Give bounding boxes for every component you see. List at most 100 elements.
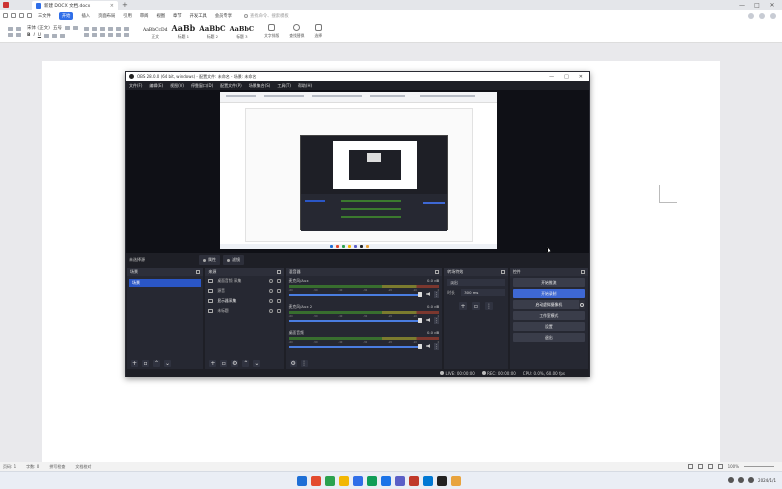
align-right-icon[interactable] bbox=[99, 32, 105, 37]
new-tab-button[interactable]: + bbox=[122, 1, 128, 9]
taskbar-app-icon[interactable] bbox=[395, 476, 405, 486]
obs-menu-view[interactable]: 视图(V) bbox=[170, 83, 184, 89]
volume-slider-handle[interactable] bbox=[418, 318, 423, 323]
visibility-icon[interactable] bbox=[268, 299, 273, 303]
obs-preview[interactable] bbox=[126, 90, 589, 253]
source-properties-button[interactable]: ⚙ bbox=[231, 360, 239, 367]
lock-icon[interactable] bbox=[276, 299, 281, 303]
doc-proofread[interactable]: 文档校对 bbox=[75, 464, 91, 470]
paste-icon[interactable] bbox=[8, 26, 13, 31]
move-up-button[interactable]: ⌃ bbox=[153, 360, 160, 367]
bold-icon[interactable]: B bbox=[27, 33, 30, 38]
document-tab[interactable]: 新建 DOCX 文档.docx × bbox=[32, 1, 118, 10]
taskbar-app-icon[interactable] bbox=[353, 476, 363, 486]
shading-icon[interactable] bbox=[123, 32, 129, 37]
obs-menu-help[interactable]: 帮助(H) bbox=[298, 83, 312, 89]
page-view-icon[interactable] bbox=[697, 464, 703, 469]
taskbar-app-icon[interactable] bbox=[367, 476, 377, 486]
zoom-level[interactable]: 100% bbox=[728, 464, 739, 469]
duration-input[interactable]: 300 ms bbox=[461, 289, 505, 296]
grow-font-icon[interactable] bbox=[64, 26, 70, 30]
font-color-icon[interactable] bbox=[60, 33, 66, 38]
minimize-button[interactable]: — bbox=[738, 1, 746, 9]
studio-mode-button[interactable]: 工作室模式 bbox=[512, 311, 585, 320]
source-list-item[interactable]: 显示器采集 bbox=[205, 296, 283, 306]
move-down-button[interactable]: ⌄ bbox=[164, 360, 171, 367]
obs-menu-file[interactable]: 文件(F) bbox=[129, 83, 142, 89]
speaker-icon[interactable] bbox=[426, 318, 431, 322]
obs-menu-scene-collection[interactable]: 场景集合(S) bbox=[249, 83, 271, 89]
volume-slider-handle[interactable] bbox=[418, 292, 423, 297]
taskbar-app-icon[interactable] bbox=[409, 476, 419, 486]
exit-button[interactable]: 退出 bbox=[512, 333, 585, 342]
style-heading-2[interactable]: AaBbC 标题 2 bbox=[199, 24, 225, 40]
add-source-button[interactable]: + bbox=[209, 360, 217, 367]
taskbar-app-icon[interactable] bbox=[311, 476, 321, 486]
menu-developer[interactable]: 开发工具 bbox=[190, 13, 207, 19]
outdent-icon[interactable] bbox=[107, 26, 113, 31]
redo-icon[interactable] bbox=[27, 13, 32, 18]
menu-view[interactable]: 视图 bbox=[156, 13, 165, 19]
justify-icon[interactable] bbox=[107, 32, 113, 37]
properties-button[interactable]: 属性 bbox=[199, 255, 220, 265]
remove-source-button[interactable]: ▫ bbox=[220, 360, 228, 367]
menu-file[interactable]: 三文件 bbox=[38, 13, 51, 19]
menu-references[interactable]: 引用 bbox=[123, 13, 132, 19]
style-heading-3[interactable]: AaBbC 标题 3 bbox=[230, 25, 254, 40]
bullets-icon[interactable] bbox=[83, 26, 89, 31]
start-streaming-button[interactable]: 开始推流 bbox=[512, 278, 585, 287]
source-list-item[interactable]: 源音 bbox=[205, 286, 283, 296]
obs-menu-tools[interactable]: 工具(T) bbox=[277, 83, 291, 89]
visibility-icon[interactable] bbox=[268, 309, 273, 313]
close-tab-icon[interactable]: × bbox=[110, 3, 114, 9]
visibility-icon[interactable] bbox=[268, 279, 273, 283]
add-scene-button[interactable]: + bbox=[131, 360, 138, 367]
find-replace-tool[interactable]: 查找替换 bbox=[289, 24, 304, 39]
sort-icon[interactable] bbox=[115, 26, 121, 31]
menu-member[interactable]: 会员专享 bbox=[215, 13, 232, 19]
cloud-icon[interactable] bbox=[748, 12, 754, 19]
underline-icon[interactable]: U bbox=[38, 33, 41, 38]
font-name-select[interactable]: 宋体 (正文) bbox=[27, 25, 50, 31]
battery-icon[interactable] bbox=[748, 477, 755, 483]
obs-menu-edit[interactable]: 编辑(E) bbox=[149, 83, 163, 89]
text-layout-tool[interactable]: 文字排版 bbox=[264, 24, 279, 39]
volume-slider[interactable] bbox=[288, 346, 419, 348]
menu-review[interactable]: 审阅 bbox=[140, 13, 149, 19]
menu-insert[interactable]: 插入 bbox=[81, 13, 90, 19]
font-size-select[interactable]: 五号 bbox=[53, 25, 62, 31]
command-search[interactable]: 查找命令、搜索模板 bbox=[244, 13, 289, 19]
align-center-icon[interactable] bbox=[91, 32, 97, 37]
menu-home[interactable]: 开始 bbox=[58, 11, 74, 20]
obs-close-button[interactable]: ✕ bbox=[579, 74, 583, 80]
more-icon[interactable] bbox=[770, 12, 776, 19]
move-up-button[interactable]: ⌃ bbox=[242, 360, 250, 367]
obs-minimize-button[interactable]: — bbox=[549, 74, 554, 80]
transition-menu-button[interactable]: ⋮ bbox=[484, 302, 493, 310]
superscript-icon[interactable] bbox=[52, 33, 58, 38]
advanced-audio-button[interactable]: ⚙ bbox=[289, 360, 297, 367]
taskbar-app-icon[interactable] bbox=[325, 476, 335, 486]
undock-icon[interactable] bbox=[581, 270, 585, 274]
save-icon[interactable] bbox=[3, 13, 8, 18]
maximize-button[interactable]: □ bbox=[753, 1, 761, 9]
menu-layout[interactable]: 页面布局 bbox=[98, 13, 115, 19]
shrink-font-icon[interactable] bbox=[72, 26, 78, 30]
remove-transition-button[interactable]: ▫ bbox=[471, 302, 480, 310]
move-down-button[interactable]: ⌄ bbox=[253, 360, 261, 367]
filters-button[interactable]: 滤镜 bbox=[223, 255, 244, 265]
virtual-camera-settings-icon[interactable] bbox=[579, 300, 585, 309]
start-recording-button[interactable]: 开始录制 bbox=[512, 289, 585, 298]
speaker-icon[interactable] bbox=[426, 344, 431, 348]
volume-slider-handle[interactable] bbox=[418, 344, 423, 349]
undock-icon[interactable] bbox=[276, 270, 281, 274]
visibility-icon[interactable] bbox=[268, 289, 273, 293]
channel-menu-button[interactable]: ⋮ bbox=[434, 291, 440, 298]
taskbar-app-icon[interactable] bbox=[297, 476, 307, 486]
spell-check[interactable]: 拼写检查 bbox=[49, 464, 65, 470]
zoom-slider-icon[interactable] bbox=[744, 466, 774, 467]
volume-icon[interactable] bbox=[738, 477, 745, 483]
taskbar-app-icon[interactable] bbox=[423, 476, 433, 486]
undock-icon[interactable] bbox=[196, 270, 201, 274]
line-spacing-icon[interactable] bbox=[115, 32, 121, 37]
